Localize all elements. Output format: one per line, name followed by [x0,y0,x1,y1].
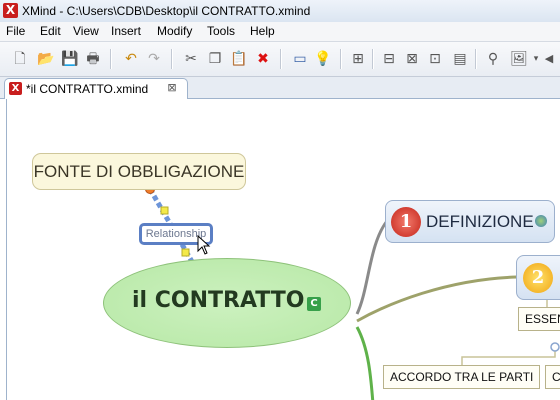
window-title: XMind - C:\Users\CDB\Desktop\il CONTRATT… [22,4,311,18]
globe-icon [535,215,547,227]
floating-topic-icon[interactable]: ⊡ [426,50,444,68]
image-icon[interactable]: 🖼 [510,50,528,68]
sub-connector-accordo [461,347,556,365]
subtopic-icon[interactable]: ⊟ [380,50,398,68]
menu-bar: File Edit View Insert Modify Tools Help [0,22,560,42]
toolbar-overflow-icon[interactable]: ◀ [542,50,556,68]
priority-1-icon: 1 [391,207,421,237]
subtopic-accordo-tra-le-parti[interactable]: ACCORDO TRA LE PARTI [383,365,540,389]
print-icon[interactable]: 🖶 [84,50,102,68]
menu-insert[interactable]: Insert [111,24,141,38]
toolbar-separator [372,49,374,69]
toolbar-separator [340,49,342,69]
menu-modify[interactable]: Modify [157,24,192,38]
boundary-icon[interactable]: ▤ [451,50,469,68]
insert-topic-icon[interactable]: ⊞ [349,50,367,68]
collapse-toggle-icon[interactable] [550,342,560,352]
cut-icon[interactable]: ✂ [182,50,200,68]
menu-edit[interactable]: Edit [40,24,61,38]
central-topic[interactable]: il CONTRATTO C [103,258,351,348]
attachment-icon[interactable]: ⚲ [484,50,502,68]
close-icon[interactable]: ⊠ [165,81,179,95]
branch-line-definizione [355,220,389,315]
idea-bulb-icon[interactable]: 💡 [314,50,332,68]
central-topic-label: il CONTRATTO [132,288,305,313]
save-icon[interactable]: 💾 [61,50,79,68]
open-folder-icon[interactable]: 📂 [37,50,55,68]
branch-line-green [355,326,375,400]
toolbar: 🗋 📂 💾 🖶 ↶ ↷ ✂ ❐ 📋 ✖ ▭ 💡 ⊞ ⊟ ⊠ ⊡ ▤ ⚲ 🖼 ▾ … [0,42,560,77]
mouse-cursor-icon [197,235,211,255]
subtopic-ca[interactable]: CA [545,365,560,389]
xmind-app-icon: X [3,3,18,18]
redo-icon[interactable]: ↷ [145,50,163,68]
topic-definizione[interactable]: 1 DEFINIZIONE [385,200,555,243]
c-marker-icon: C [307,297,321,311]
xmind-file-icon: X [9,82,22,95]
editor-tab-bar: X *il CONTRATTO.xmind ⊠ [0,77,560,99]
relationship-control-point[interactable] [160,206,169,215]
toolbar-separator [280,49,282,69]
copy-icon[interactable]: ❐ [206,50,224,68]
mind-map-canvas[interactable]: FONTE DI OBBLIGAZIONE Relationship il CO… [6,99,560,400]
relationship-control-point[interactable] [181,248,190,257]
menu-help[interactable]: Help [250,24,275,38]
parent-topic-icon[interactable]: ⊠ [403,50,421,68]
title-bar: X XMind - C:\Users\CDB\Desktop\il CONTRA… [0,0,560,23]
tab-label: *il CONTRATTO.xmind [26,82,149,96]
toolbar-separator [110,49,112,69]
image-dropdown-icon[interactable]: ▾ [531,50,541,68]
connection-lines [145,184,560,400]
delete-icon[interactable]: ✖ [254,50,272,68]
topic-2[interactable]: 2 E [516,255,560,300]
new-file-icon[interactable]: 🗋 [11,50,29,68]
presentation-icon[interactable]: ▭ [291,50,309,68]
tab-il-contratto[interactable]: X *il CONTRATTO.xmind ⊠ [4,78,188,99]
priority-2-icon: 2 [523,263,553,293]
menu-file[interactable]: File [6,24,25,38]
paste-icon[interactable]: 📋 [230,50,248,68]
topic-definizione-label: DEFINIZIONE [426,212,534,231]
menu-tools[interactable]: Tools [207,24,235,38]
floating-topic-fonte[interactable]: FONTE DI OBBLIGAZIONE [32,153,246,190]
menu-view[interactable]: View [73,24,99,38]
undo-icon[interactable]: ↶ [122,50,140,68]
toolbar-separator [475,49,477,69]
subtopic-essen[interactable]: ESSEN [518,307,560,331]
toolbar-separator [171,49,173,69]
branch-line-topic-2 [356,275,518,323]
